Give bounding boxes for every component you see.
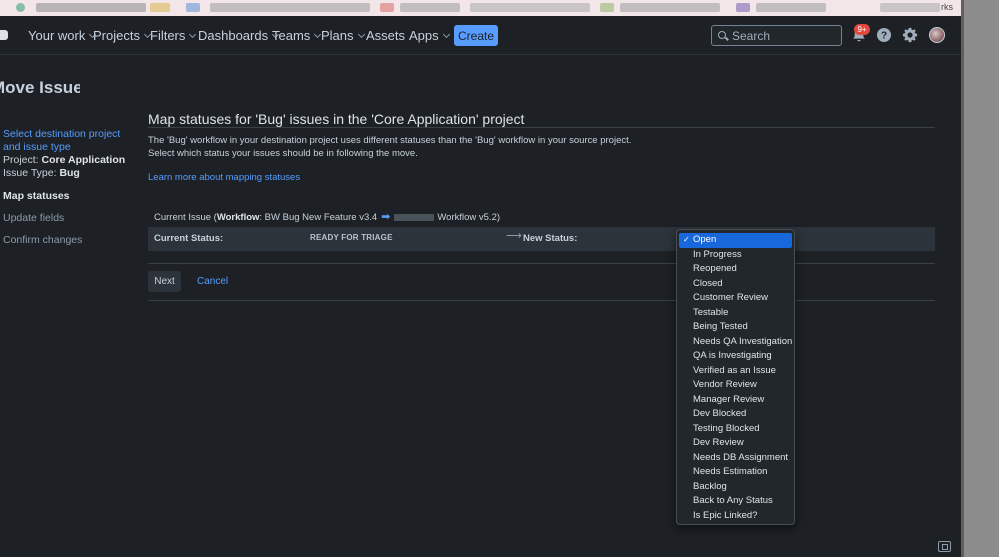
footer-divider	[148, 300, 935, 301]
notification-count-badge: 9+	[854, 24, 870, 35]
user-avatar[interactable]	[929, 27, 945, 43]
current-status-lozenge: READY FOR TRIAGE	[310, 233, 393, 242]
nav-apps[interactable]: Apps	[409, 28, 450, 43]
step-confirm-changes: Confirm changes	[3, 234, 83, 246]
status-option[interactable]: Testable	[679, 306, 792, 321]
bookmark-tail-text: rks	[941, 2, 953, 12]
status-option[interactable]: In Progress	[679, 248, 792, 263]
status-option[interactable]: Dev Review	[679, 436, 792, 451]
nav-projects[interactable]: Projects	[93, 28, 152, 43]
nav-plans[interactable]: Plans	[321, 28, 365, 43]
status-option[interactable]: Reopened	[679, 262, 792, 277]
step-update-fields: Update fields	[3, 212, 65, 224]
redacted-workflow-name	[394, 213, 435, 221]
long-arrow-right-icon: ⟶	[506, 230, 522, 242]
app-logo[interactable]	[0, 30, 8, 40]
chevron-down-icon	[357, 30, 365, 39]
status-option[interactable]: QA is Investigating	[679, 349, 792, 364]
section-title: Map statuses for 'Bug' issues in the 'Co…	[148, 111, 525, 127]
status-option[interactable]: Verified as an Issue	[679, 364, 792, 379]
status-option[interactable]: Back to Any Status	[679, 494, 792, 509]
status-option[interactable]: Testing Blocked	[679, 422, 792, 437]
status-option[interactable]: Being Tested	[679, 320, 792, 335]
learn-more-link[interactable]: Learn more about mapping statuses	[148, 172, 300, 183]
new-status-dropdown[interactable]: ✓ Open In Progress Reopened Closed Custom…	[676, 229, 795, 525]
status-option[interactable]: Dev Blocked	[679, 407, 792, 422]
nav-filters[interactable]: Filters	[150, 28, 197, 43]
chevron-down-icon	[189, 30, 197, 39]
section-divider	[148, 127, 935, 128]
status-option[interactable]: Closed	[679, 277, 792, 292]
step-map-statuses: Map statuses	[3, 190, 70, 202]
status-option[interactable]: Backlog	[679, 480, 792, 495]
current-status-label: Current Status:	[154, 233, 224, 244]
chevron-down-icon	[442, 30, 450, 39]
status-option[interactable]: Needs Estimation	[679, 465, 792, 480]
nav-dashboards[interactable]: Dashboards	[198, 28, 280, 43]
description: The 'Bug' workflow in your destination p…	[148, 135, 632, 159]
status-option[interactable]: Needs DB Assignment	[679, 451, 792, 466]
status-mapping-row: Current Status: READY FOR TRIAGE ⟶ New S…	[148, 227, 935, 251]
status-option[interactable]: Manager Review	[679, 393, 792, 408]
screenshot-capture-icon[interactable]	[938, 541, 951, 552]
help-icon[interactable]: ?	[875, 26, 893, 44]
settings-gear-icon[interactable]	[901, 26, 919, 44]
nav-your-work[interactable]: Your work	[28, 28, 97, 43]
svg-text:?: ?	[881, 31, 887, 42]
search-input[interactable]	[732, 28, 837, 43]
browser-bookmarks-bar: rks	[0, 0, 961, 16]
step-issue-type-line: Issue Type: Bug	[3, 167, 80, 179]
arrow-right-icon: ➡	[381, 211, 391, 223]
checkmark-icon: ✓	[683, 235, 690, 244]
move-steps-sidebar: Select destination project and issue typ…	[3, 128, 138, 247]
status-option[interactable]: Needs QA Investigation	[679, 335, 792, 350]
create-button[interactable]: Create	[454, 25, 498, 46]
step-project-line: Project: Core Application	[3, 154, 126, 166]
desktop-edge	[961, 0, 999, 557]
search-icon	[718, 31, 726, 39]
status-option[interactable]: Customer Review	[679, 291, 792, 306]
nav-assets[interactable]: Assets	[366, 28, 405, 43]
nav-teams[interactable]: Teams	[272, 28, 322, 43]
status-option-selected[interactable]: ✓ Open	[679, 233, 792, 248]
status-option[interactable]: Is Epic Linked?	[679, 509, 792, 524]
row-divider	[148, 263, 935, 264]
next-button[interactable]: Next	[148, 271, 181, 292]
step-select-destination[interactable]: Select destination project and issue typ…	[3, 128, 138, 154]
cancel-link[interactable]: Cancel	[197, 276, 228, 287]
new-status-label: New Status:	[523, 233, 578, 244]
workflow-line: Current Issue (Workflow: BW Bug New Feat…	[154, 211, 501, 223]
top-navigation: Your work Projects Filters Dashboards Te…	[0, 16, 961, 55]
search-box[interactable]	[711, 25, 842, 46]
page-title: Move Issue	[0, 78, 80, 97]
status-option[interactable]: Vendor Review	[679, 378, 792, 393]
